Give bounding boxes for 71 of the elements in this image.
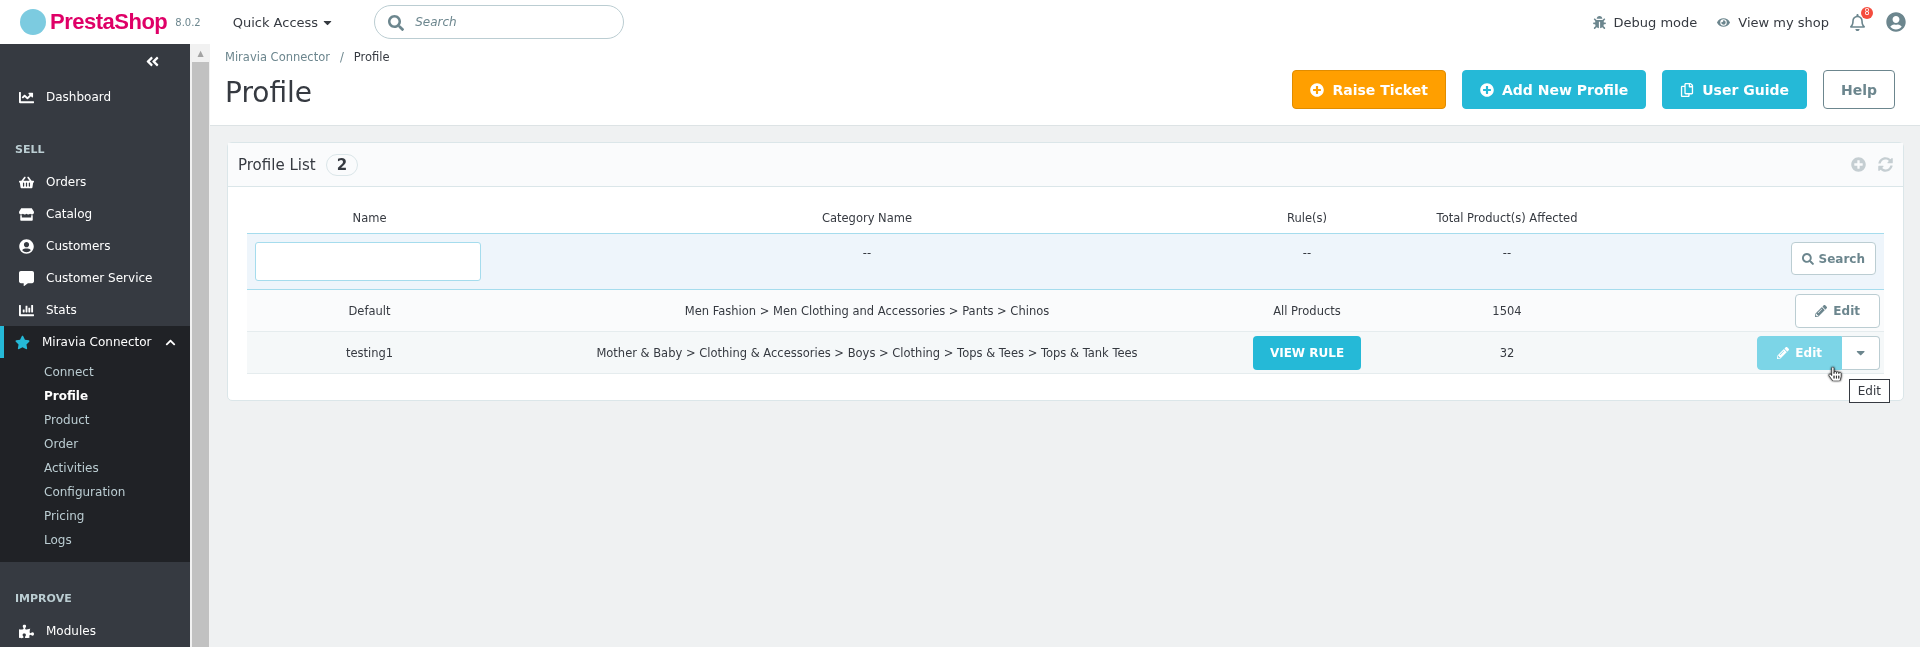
panel-title: Profile List [238, 155, 316, 174]
submenu-item[interactable]: Order [0, 432, 190, 456]
submenu-item[interactable]: Profile [0, 384, 190, 408]
star-icon [15, 334, 30, 350]
sidebar-item[interactable]: Stats [0, 294, 190, 326]
submenu-item[interactable]: Pricing [0, 504, 190, 528]
table-cell: -- [1502, 246, 1512, 260]
toolbar-button[interactable]: Help [1822, 70, 1895, 109]
submenu-item[interactable]: Configuration [0, 480, 190, 504]
sidebar-item[interactable]: Customers [0, 230, 190, 262]
edit-button[interactable]: Edit [1795, 293, 1880, 328]
view-shop-link[interactable]: View my shop [1717, 14, 1829, 30]
bell-icon[interactable] [1849, 13, 1866, 31]
column-header: Name [351, 210, 388, 227]
add-icon[interactable] [1851, 157, 1866, 172]
pencil-icon [1815, 304, 1828, 317]
user-icon[interactable] [1886, 12, 1906, 32]
submenu-item[interactable]: Activities [0, 456, 190, 480]
bug-icon [1592, 15, 1606, 29]
table-cell: Default [348, 303, 391, 318]
search-button[interactable]: Search [1790, 242, 1876, 275]
logo: PrestaShop [50, 9, 168, 35]
puzzle-icon [19, 623, 34, 639]
sidebar-item[interactable]: Orders [0, 166, 190, 198]
sidebar-item[interactable]: Miravia Connector [0, 326, 190, 358]
table-cell: Men Fashion > Men Clothing and Accessories > Pants > Chinos [684, 303, 1050, 318]
search-icon [1801, 252, 1814, 265]
sidebar-item[interactable]: Modules [0, 615, 190, 647]
eye-icon [1717, 15, 1731, 29]
table-cell: All Products [1273, 303, 1341, 318]
table-cell: -- [862, 246, 872, 260]
column-header: Rule(s) [1286, 210, 1328, 227]
version-label: 8.0.2 [175, 16, 201, 28]
sidebar-item[interactable]: Dashboard [0, 81, 190, 113]
table-cell: testing1 [345, 345, 394, 360]
table-cell: 1504 [1492, 303, 1522, 318]
pencil-icon [1777, 346, 1790, 359]
table-cell: -- [1302, 246, 1312, 260]
submenu-item[interactable]: Product [0, 408, 190, 432]
table-cell: 32 [1499, 345, 1515, 360]
sidebar-item[interactable]: Catalog [0, 198, 190, 230]
store-icon [19, 206, 34, 222]
chat-icon [19, 270, 34, 286]
collapse-icon[interactable] [145, 54, 160, 69]
name-filter-field[interactable] [255, 242, 481, 281]
submenu-item[interactable]: Logs [0, 528, 190, 552]
user-icon [19, 238, 34, 254]
search-icon [388, 15, 405, 31]
copy-icon [1680, 82, 1695, 97]
logo-icon [20, 9, 46, 35]
sidebar-item[interactable]: Customer Service [0, 262, 190, 294]
column-header: Total Product(s) Affected [1435, 210, 1579, 227]
table-cell: Mother & Baby > Clothing & Accessories > Boys > Clothing > Tops & Tees > Tops & Tank Tees [596, 345, 1138, 360]
refresh-icon[interactable] [1878, 157, 1893, 172]
notification-count: 8 [1861, 6, 1873, 19]
bar-chart-icon [19, 302, 34, 318]
debug-mode-link[interactable]: Debug mode [1592, 14, 1698, 30]
submenu-item[interactable]: Connect [0, 360, 190, 384]
tooltip: Edit [1848, 379, 1890, 403]
basket-icon [19, 174, 34, 190]
search-field[interactable]: Search [374, 5, 625, 39]
breadcrumb-link[interactable]: Miravia Connector [225, 50, 330, 64]
breadcrumb-current: Profile [353, 50, 390, 64]
dropdown-toggle[interactable] [1842, 335, 1880, 370]
column-header: Category Name [820, 210, 914, 227]
page-title: Profile [225, 76, 314, 109]
quick-access-menu[interactable]: Quick Access [226, 13, 341, 31]
section-title: SELL [14, 142, 46, 158]
trend-icon [19, 89, 34, 105]
section-title: IMPROVE [14, 591, 73, 607]
breadcrumb-separator: / [339, 50, 344, 64]
